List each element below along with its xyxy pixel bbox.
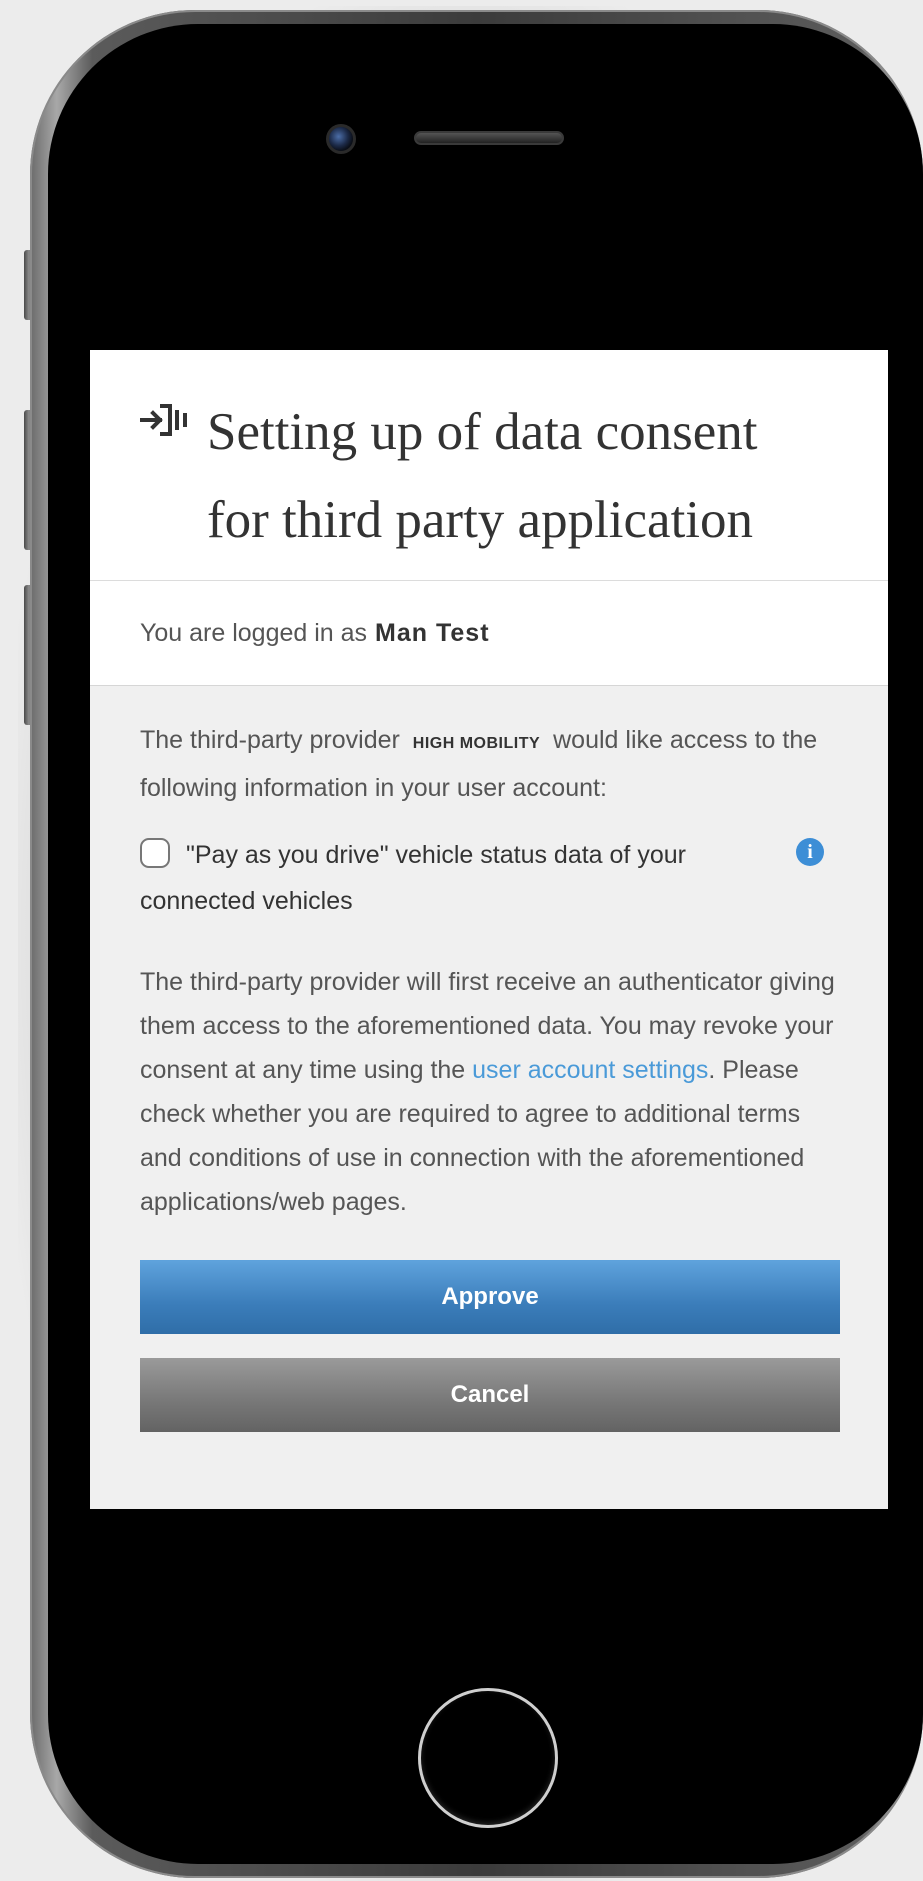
login-arrow-icon [140,404,187,436]
title-line-1: Setting up of data consent [207,403,758,461]
front-camera-icon [326,124,356,154]
consent-item: "Pay as you drive" vehicle status data o… [140,832,840,924]
details-text: The third-party provider will first rece… [140,960,840,1224]
user-account-settings-link[interactable]: user account settings [472,1056,708,1084]
info-icon[interactable]: i [796,838,824,866]
user-name: Man Test [375,618,490,647]
logged-in-label: You are logged in as [140,618,368,647]
home-button[interactable] [418,1688,558,1828]
page-title: Setting up of data consent for third par… [207,388,867,564]
title-line-2: for third party application [207,491,754,549]
intro-text: The third-party provider HIGH MOBILITY w… [140,718,840,810]
consent-panel: The third-party provider HIGH MOBILITY w… [90,686,888,1509]
earpiece-speaker [414,131,564,145]
approve-button[interactable]: Approve [140,1260,840,1334]
intro-before: The third-party provider [140,726,400,754]
provider-name: HIGH MOBILITY [412,735,541,752]
logged-in-row: You are logged in as Man Test [90,581,888,686]
dialog-header: Setting up of data consent for third par… [90,350,888,581]
consent-checkbox[interactable] [140,838,170,868]
cancel-button[interactable]: Cancel [140,1358,840,1432]
consent-dialog: Setting up of data consent for third par… [90,350,888,1509]
consent-label[interactable]: "Pay as you drive" vehicle status data o… [140,841,686,915]
